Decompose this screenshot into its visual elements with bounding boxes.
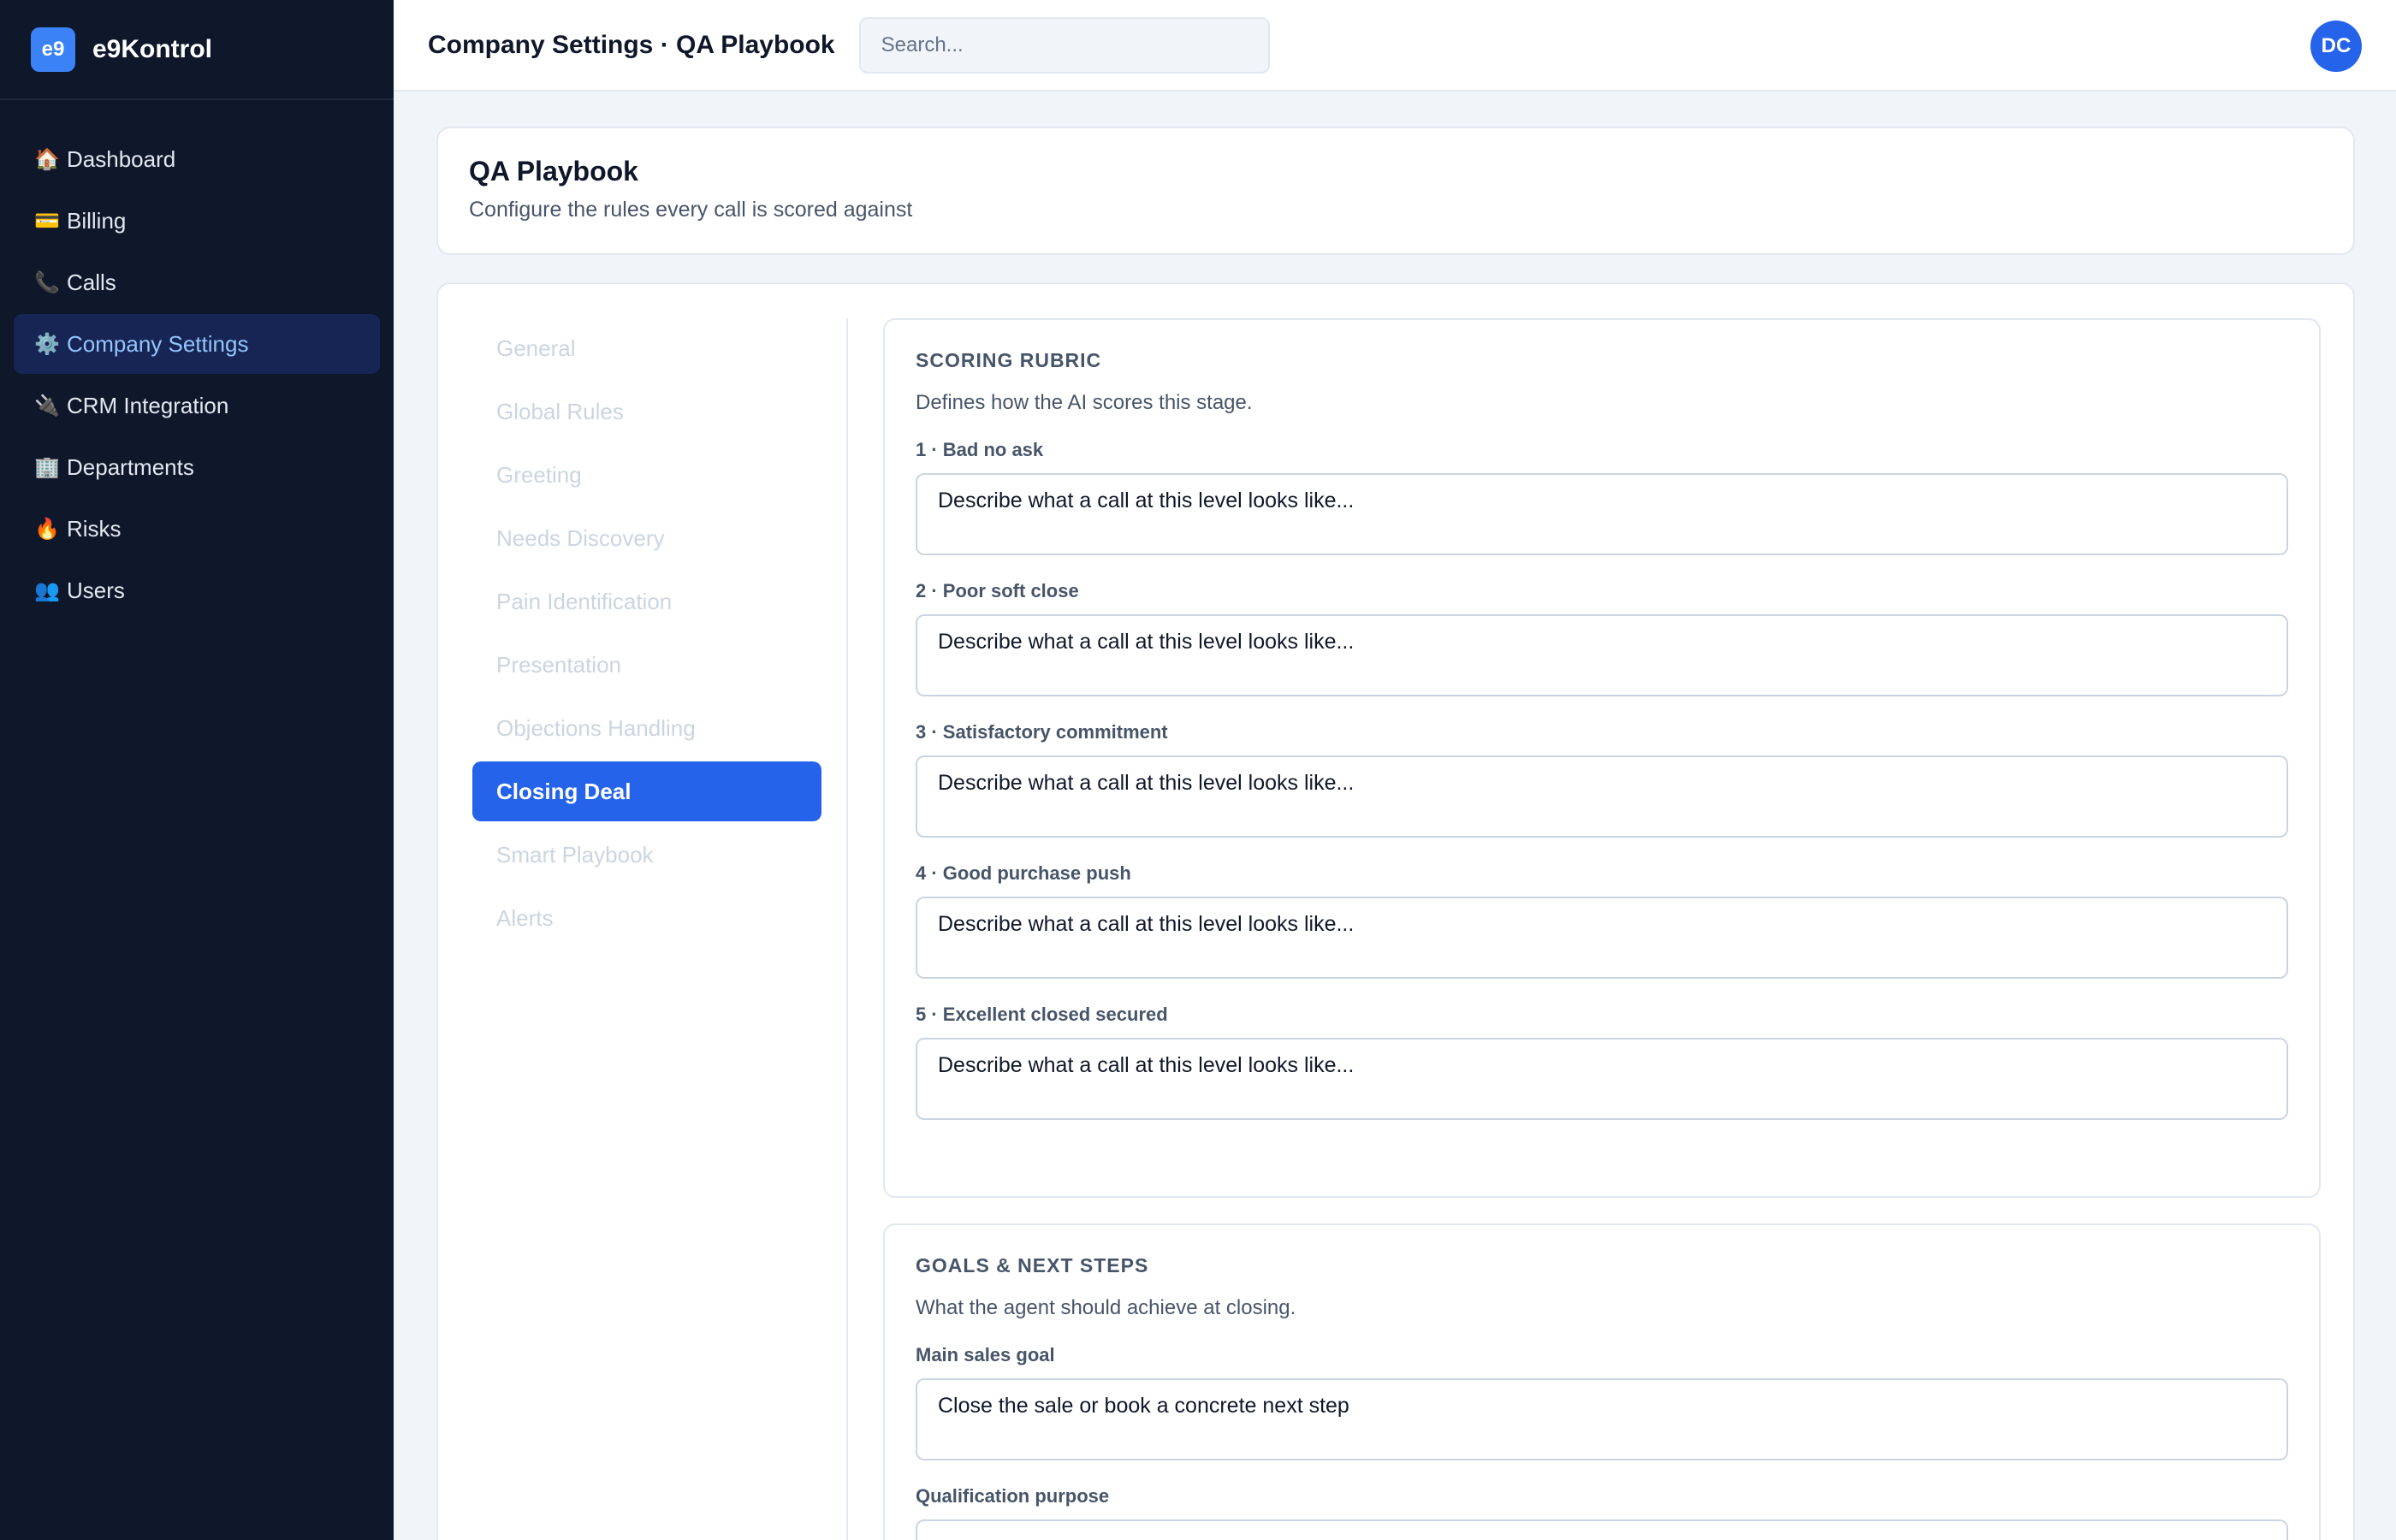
brand-logo: e9: [31, 27, 75, 72]
qualification-purpose-input[interactable]: [916, 1519, 2288, 1540]
stage-tab-general[interactable]: General: [472, 318, 821, 378]
sidebar-item-label: CRM Integration: [67, 392, 229, 418]
gear-icon: ⚙️: [34, 332, 60, 356]
qualification-purpose-label: Qualification purpose: [916, 1485, 1110, 1507]
sidebar-item-crm-integration[interactable]: 🔌 CRM Integration: [14, 376, 380, 435]
playbook-subtitle: Configure the rules every call is scored…: [469, 198, 913, 222]
phone-icon: 📞: [34, 270, 60, 294]
stage-tab-smart-playbook[interactable]: Smart Playbook: [472, 825, 821, 885]
sidebar-item-departments[interactable]: 🏢 Departments: [14, 437, 380, 497]
goals-section: GOALS & NEXT STEPS What the agent should…: [883, 1223, 2321, 1540]
sidebar-item-calls[interactable]: 📞 Calls: [14, 252, 380, 312]
sidebar-item-label: Company Settings: [67, 330, 249, 357]
divider: [846, 318, 848, 1540]
sidebar-item-label: Departments: [67, 453, 194, 480]
house-icon: 🏠: [34, 147, 60, 171]
section-description: What the agent should achieve at closing…: [916, 1296, 1296, 1319]
sidebar: e9 e9Kontrol 🏠 Dashboard 💳 Billing 📞 Cal…: [0, 0, 394, 1540]
rubric-level-5-input[interactable]: [916, 1038, 2288, 1120]
stage-tab-closing-deal[interactable]: Closing Deal: [472, 761, 821, 821]
sidebar-item-label: Billing: [67, 207, 127, 234]
page-title: Company Settings · QA Playbook: [428, 30, 835, 59]
credit-card-icon: 💳: [34, 209, 60, 233]
sidebar-item-label: Dashboard: [67, 145, 176, 172]
sidebar-item-company-settings[interactable]: ⚙️ Company Settings: [14, 314, 380, 374]
stage-nav: General Global Rules Greeting Needs Disc…: [472, 318, 821, 951]
sidebar-item-label: Calls: [67, 269, 116, 295]
rubric-level-1-input[interactable]: [916, 473, 2288, 555]
sidebar-item-users[interactable]: 👥 Users: [14, 560, 380, 620]
rubric-level-2-input[interactable]: [916, 614, 2288, 696]
page-header-card: QA Playbook Configure the rules every ca…: [436, 127, 2355, 255]
stage-tab-greeting[interactable]: Greeting: [472, 445, 821, 505]
stage-tab-needs-discovery[interactable]: Needs Discovery: [472, 508, 821, 568]
sidebar-item-billing[interactable]: 💳 Billing: [14, 191, 380, 251]
rubric-level-label: 4 · Good purchase push: [916, 862, 1131, 884]
main-goal-input[interactable]: Close the sale or book a concrete next s…: [916, 1378, 2288, 1460]
section-title: SCORING RUBRIC: [916, 349, 1102, 371]
scoring-rubric-section: SCORING RUBRIC Defines how the AI scores…: [883, 318, 2321, 1198]
rubric-level-3-input[interactable]: [916, 755, 2288, 838]
playbook-title: QA Playbook: [469, 156, 638, 187]
stage-tab-alerts[interactable]: Alerts: [472, 888, 821, 948]
sidebar-item-label: Users: [67, 577, 125, 603]
main-goal-label: Main sales goal: [916, 1344, 1055, 1365]
fire-icon: 🔥: [34, 517, 60, 541]
plug-icon: 🔌: [34, 394, 60, 418]
top-bar: Company Settings · QA Playbook DC: [394, 0, 2396, 92]
rubric-level-label: 5 · Excellent closed secured: [916, 1004, 1168, 1025]
playbook-editor-card: General Global Rules Greeting Needs Disc…: [436, 282, 2355, 1540]
rubric-level-label: 3 · Satisfactory commitment: [916, 721, 1168, 743]
rubric-level-label: 2 · Poor soft close: [916, 580, 1079, 601]
building-icon: 🏢: [34, 455, 60, 479]
stage-tab-objections-handling[interactable]: Objections Handling: [472, 698, 821, 758]
avatar[interactable]: DC: [2310, 21, 2362, 72]
users-icon: 👥: [34, 578, 60, 602]
stage-tab-global-rules[interactable]: Global Rules: [472, 382, 821, 441]
search-input[interactable]: [858, 16, 1270, 74]
stage-tab-presentation[interactable]: Presentation: [472, 635, 821, 695]
brand[interactable]: e9 e9Kontrol: [0, 0, 394, 100]
sidebar-nav: 🏠 Dashboard 💳 Billing 📞 Calls ⚙️ Company…: [0, 100, 394, 620]
sidebar-item-dashboard[interactable]: 🏠 Dashboard: [14, 129, 380, 189]
sidebar-item-label: Risks: [67, 515, 122, 542]
stage-tab-pain-identification[interactable]: Pain Identification: [472, 572, 821, 631]
brand-name: e9Kontrol: [92, 34, 213, 63]
rubric-level-4-input[interactable]: [916, 897, 2288, 979]
rubric-level-label: 1 · Bad no ask: [916, 439, 1044, 460]
section-description: Defines how the AI scores this stage.: [916, 391, 1253, 414]
sidebar-item-risks[interactable]: 🔥 Risks: [14, 499, 380, 559]
section-title: GOALS & NEXT STEPS: [916, 1254, 1149, 1276]
